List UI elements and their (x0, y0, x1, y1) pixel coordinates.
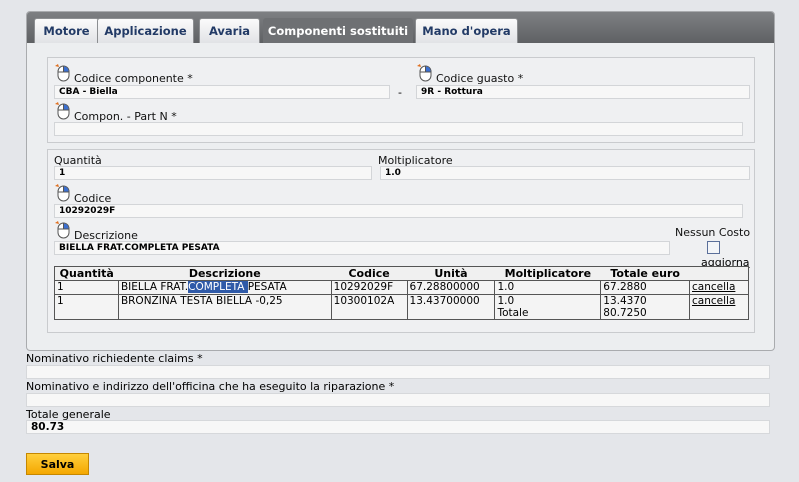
cell-action: cancella (689, 280, 749, 295)
tab-componenti-sostituiti[interactable]: Componenti sostituiti (263, 18, 413, 43)
col-totale-euro: Totale euro (600, 266, 690, 281)
lookup-mouse-icon[interactable] (54, 63, 73, 82)
richiedente-field[interactable] (26, 365, 770, 379)
cell-desc: BRONZINA TESTA BIELLA -0,25 (117, 294, 332, 320)
officina-label: Nominativo e indirizzo dell'officina che… (26, 380, 395, 393)
part-n-field[interactable] (54, 122, 743, 136)
lookup-mouse-icon[interactable] (416, 63, 435, 82)
col-unita: Unità (407, 266, 495, 281)
tab-avaria[interactable]: Avaria (199, 18, 260, 43)
tab-applicazione[interactable]: Applicazione (97, 18, 194, 43)
cell-totale: 67.2880 (600, 280, 690, 295)
officina-field[interactable] (26, 393, 770, 407)
cell-unita: 13.43700000 (406, 294, 495, 320)
codice-guasto-field[interactable]: 9R - Rottura (416, 85, 750, 99)
components-panel: Motore Applicazione Avaria Componenti so… (26, 11, 775, 351)
nessun-costo-label: Nessun Costo (675, 226, 751, 239)
totale-value: 13.4370 (603, 295, 647, 307)
desc-text: BIELLA FRAT. (120, 281, 189, 293)
col-moltiplicatore: Moltiplicatore (494, 266, 601, 281)
richiedente-label: Nominativo richiedente claims * (26, 352, 203, 365)
col-descrizione: Descrizione (118, 266, 332, 281)
cell-molt: 1.0 (494, 280, 601, 295)
tab-bar: Motore Applicazione Avaria Componenti so… (27, 12, 774, 43)
save-button[interactable]: Salva (26, 453, 89, 475)
table-row[interactable]: 1 BRONZINA TESTA BIELLA -0,25 10300102A … (55, 294, 749, 320)
cell-codice: 10292029F (330, 280, 408, 295)
cell-qty: 1 (54, 280, 119, 295)
table-header-row: Quantità Descrizione Codice Unità Moltip… (54, 266, 749, 281)
lookup-mouse-icon[interactable] (54, 101, 73, 120)
totale-generale-field: 80.73 (26, 420, 770, 434)
codice-componente-field[interactable]: CBA - Biella (54, 85, 390, 99)
nessun-costo-checkbox[interactable] (707, 241, 720, 254)
grand-total-value: 80.7250 (603, 307, 647, 319)
desc-text: PESATA (247, 281, 287, 293)
selected-text: COMPLETA (188, 281, 248, 293)
component-group: Codice componente * CBA - Biella - Codic… (47, 57, 755, 143)
cell-molt: 1.0 Totale (494, 294, 601, 320)
components-table: Quantità Descrizione Codice Unità Moltip… (54, 266, 749, 320)
descrizione-field[interactable]: BIELLA FRAT.COMPLETA PESATA (54, 241, 670, 255)
cell-totale: 13.4370 80.7250 (600, 294, 690, 320)
total-label: Totale (497, 307, 529, 319)
cell-action: cancella (689, 294, 749, 320)
tab-motore[interactable]: Motore (34, 18, 99, 43)
codice-guasto-label: Codice guasto * (436, 72, 524, 85)
tab-mano-d-opera[interactable]: Mano d'opera (415, 18, 518, 43)
col-codice: Codice (331, 266, 408, 281)
codice-componente-label: Codice componente * (74, 72, 193, 85)
col-quantita: Quantità (54, 266, 119, 281)
cancella-link[interactable]: cancella (692, 281, 735, 293)
cell-qty: 1 (57, 295, 64, 307)
quantita-field[interactable]: 1 (54, 166, 372, 180)
table-row[interactable]: 1 BIELLA FRAT.COMPLETA PESATA 10292029F … (54, 280, 749, 295)
separator-dash: - (398, 86, 402, 99)
molt-value: 1.0 (497, 295, 515, 307)
cell-desc: BIELLA FRAT.COMPLETA PESATA (117, 280, 332, 295)
moltiplicatore-field[interactable]: 1.0 (380, 166, 750, 180)
cell-codice: 10300102A (330, 294, 408, 320)
lookup-mouse-icon[interactable] (54, 220, 73, 239)
codice-field[interactable]: 10292029F (54, 204, 743, 218)
col-action (689, 266, 749, 281)
cancella-link[interactable]: cancella (692, 295, 735, 307)
cell-unita: 67.28800000 (406, 280, 495, 295)
lookup-mouse-icon[interactable] (54, 183, 73, 202)
